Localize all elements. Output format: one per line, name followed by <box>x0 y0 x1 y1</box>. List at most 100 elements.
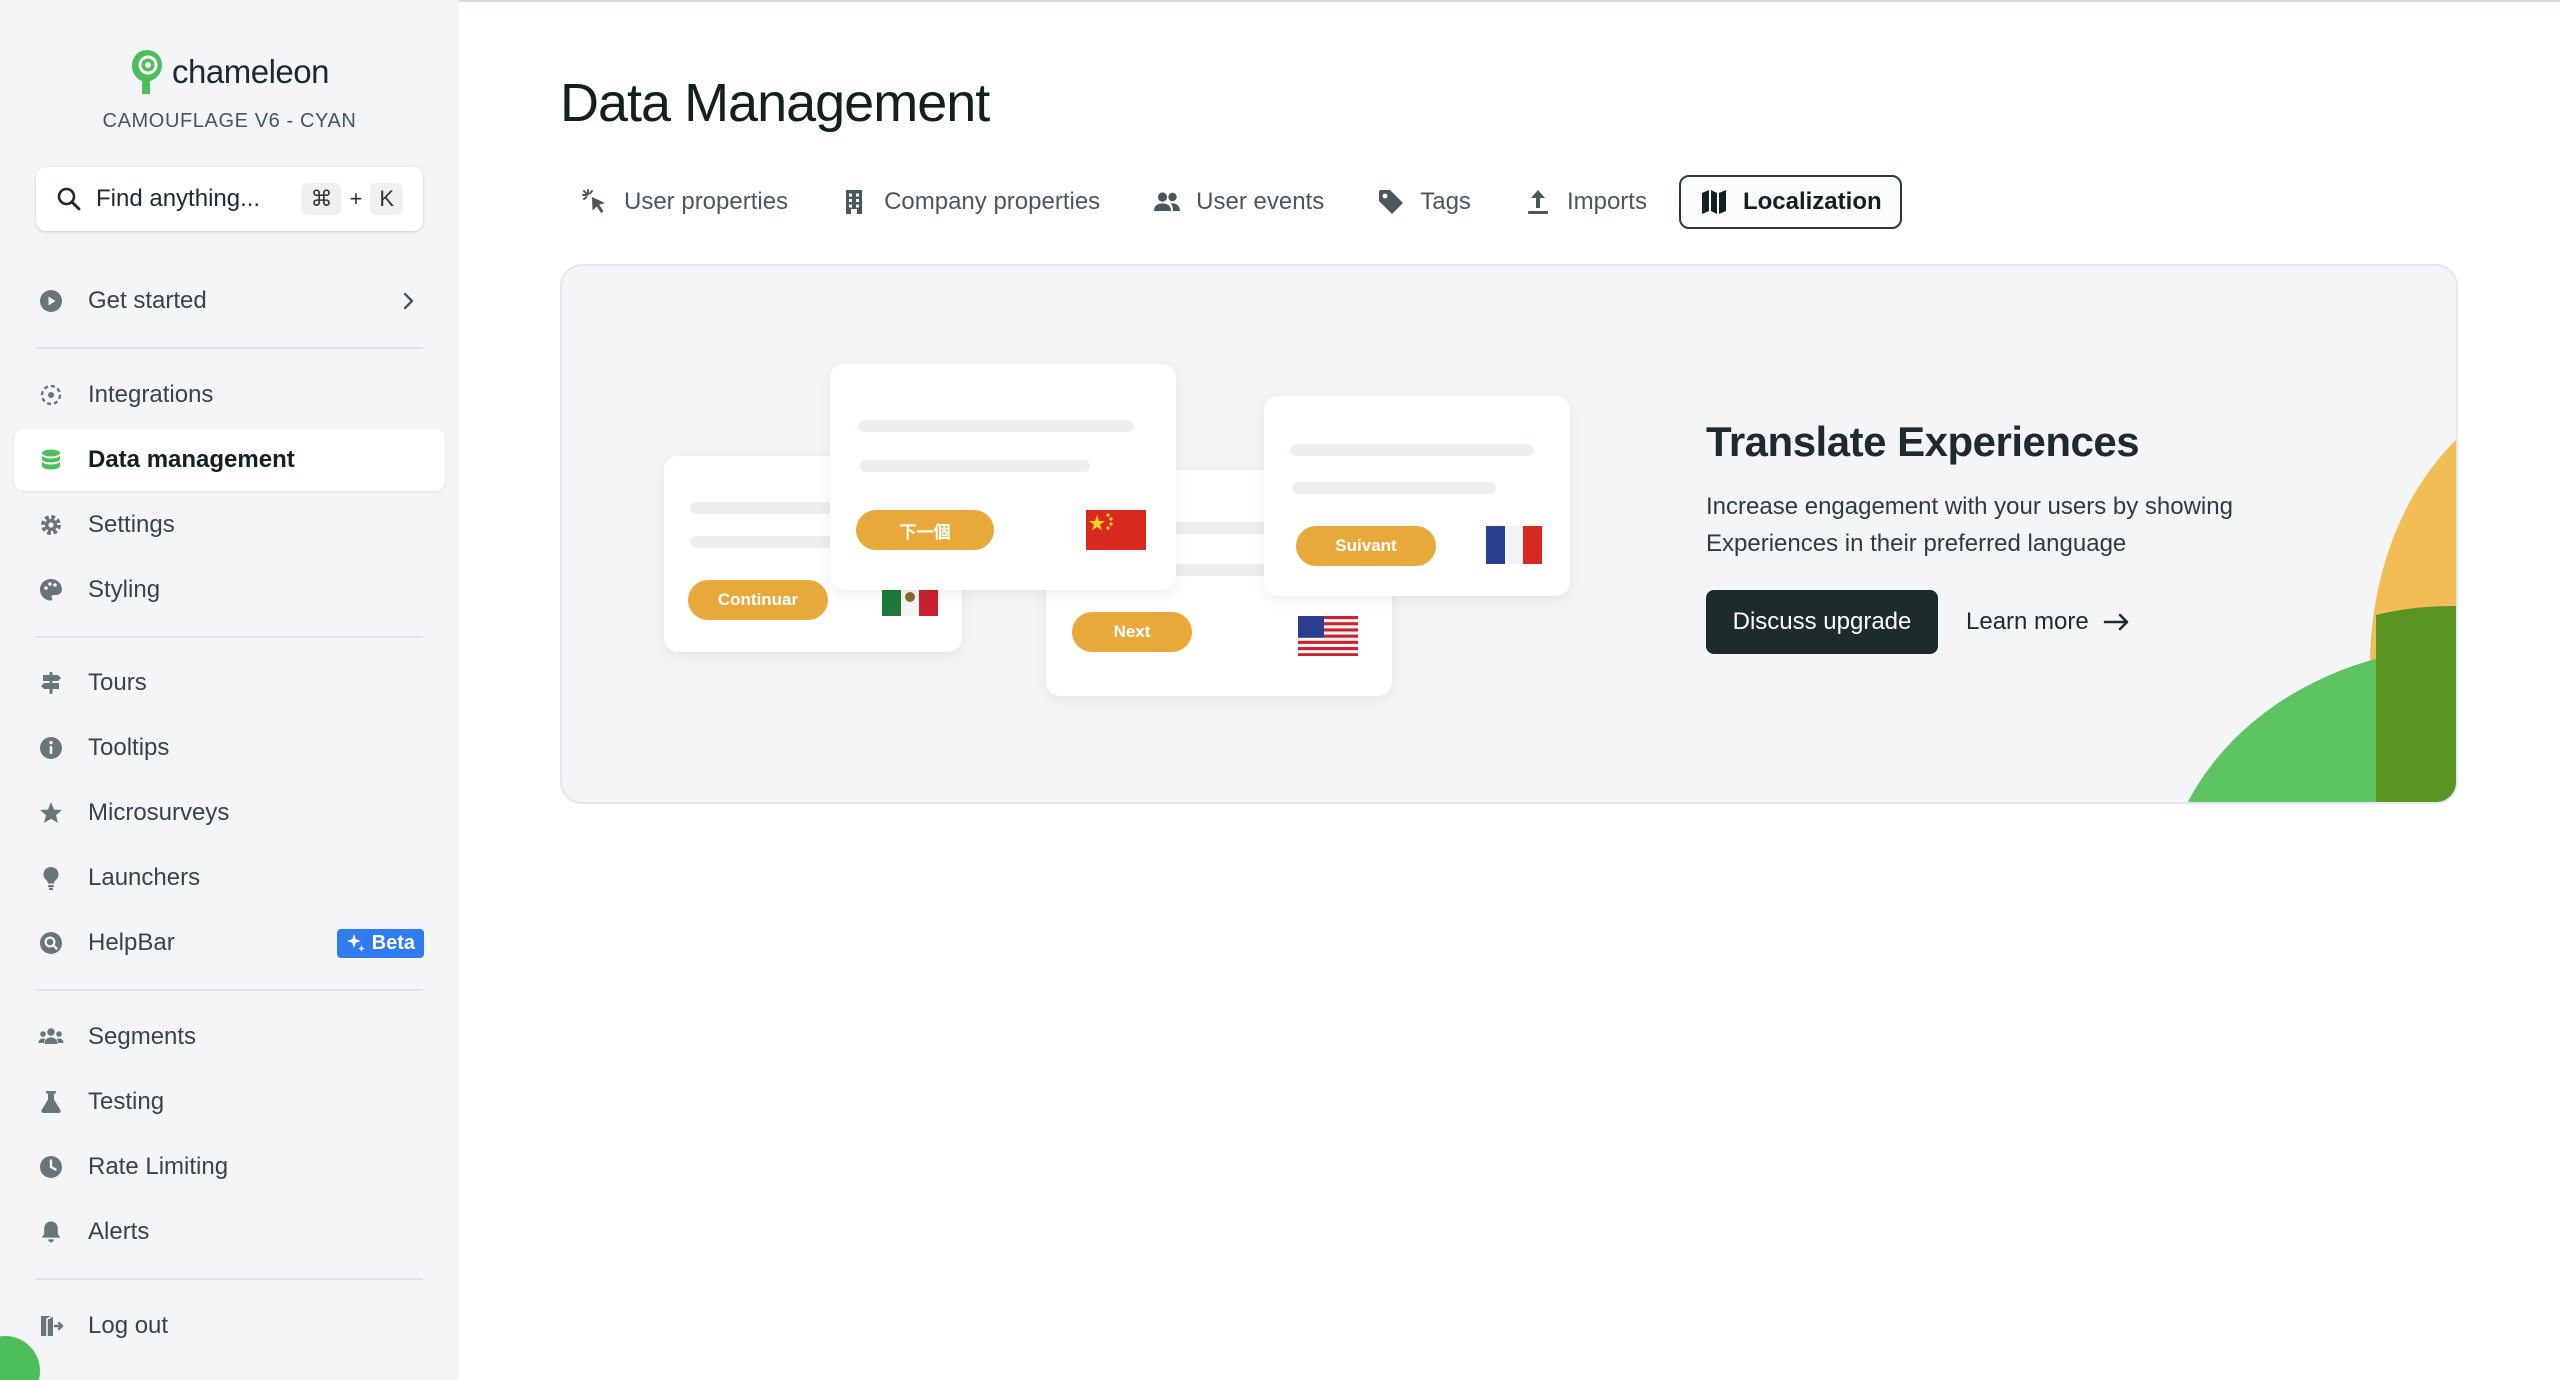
tab-label: Company properties <box>884 188 1101 215</box>
gear-icon <box>41 515 61 535</box>
upload-icon <box>1527 190 1548 214</box>
logout-icon <box>41 1315 64 1336</box>
placeholder-line <box>860 460 1090 472</box>
tab-tags[interactable]: Tags <box>1356 175 1491 229</box>
sidebar-item-segments[interactable]: Segments <box>14 1006 445 1068</box>
signpost-icon <box>41 672 61 694</box>
tab-imports[interactable]: Imports <box>1503 175 1667 229</box>
lightbulb-icon <box>43 867 59 890</box>
tab-company-properties[interactable]: Company properties <box>820 175 1120 229</box>
sidebar-item-launchers[interactable]: Launchers <box>14 847 445 909</box>
users-icon <box>38 1028 64 1044</box>
tab-localization[interactable]: Localization <box>1678 175 1902 229</box>
sparkle-icon <box>346 934 365 952</box>
sidebar-item-label: Rate Limiting <box>88 1153 229 1180</box>
sidebar-item-settings[interactable]: Settings <box>14 494 445 556</box>
sidebar-item-label: Log out <box>88 1312 169 1339</box>
clock-icon <box>40 1156 62 1178</box>
pointer-click-icon <box>582 189 605 213</box>
integrations-icon <box>40 384 62 406</box>
sidebar-item-rate-limiting[interactable]: Rate Limiting <box>14 1136 445 1198</box>
china-flag-icon <box>1086 510 1146 550</box>
database-icon <box>42 449 60 470</box>
sidebar-item-label: Get started <box>88 287 207 314</box>
play-circle-icon <box>40 290 62 312</box>
sidebar-item-label: Integrations <box>88 381 214 408</box>
chevron-right-icon <box>403 292 414 310</box>
info-icon <box>40 737 62 759</box>
usa-flag-icon <box>1298 616 1358 656</box>
helpbar-icon <box>40 932 62 954</box>
tab-user-properties[interactable]: User properties <box>560 175 808 229</box>
search-input[interactable]: Find anything... ⌘ + K <box>36 167 423 231</box>
sidebar-item-testing[interactable]: Testing <box>14 1071 445 1133</box>
promo-description: Increase engagement with your users by s… <box>1706 493 2233 557</box>
shortcut-mod-key: ⌘ <box>301 183 342 215</box>
tab-label: Localization <box>1742 188 1882 215</box>
workspace-name[interactable]: CAMOUFLAGE V6 - CYAN <box>0 110 459 133</box>
learn-more-link[interactable]: Learn more <box>1966 590 2131 654</box>
tab-bar: User properties Company properties User … <box>560 174 1914 230</box>
sidebar-item-label: Styling <box>88 576 161 603</box>
sidebar-item-label: Launchers <box>88 864 201 891</box>
tab-user-events[interactable]: User events <box>1132 175 1344 229</box>
sidebar-item-styling[interactable]: Styling <box>14 559 445 621</box>
sidebar-item-integrations[interactable]: Integrations <box>14 364 445 426</box>
sidebar-item-label: Microsurveys <box>88 799 230 826</box>
app-window: chameleon CAMOUFLAGE V6 - CYAN Find anyt… <box>0 0 2560 1380</box>
sidebar-item-label: Tooltips <box>88 734 170 761</box>
sidebar-divider <box>36 989 423 991</box>
chameleon-logo-icon <box>132 50 163 94</box>
flask-icon <box>41 1091 61 1113</box>
sidebar: chameleon CAMOUFLAGE V6 - CYAN Find anyt… <box>0 0 459 1380</box>
sidebar-item-data-management[interactable]: Data management <box>14 429 445 491</box>
sidebar-item-label: Settings <box>88 511 175 538</box>
sidebar-divider <box>36 1278 423 1280</box>
page-title: Data Management <box>560 73 990 133</box>
palette-icon <box>40 579 62 601</box>
search-icon <box>57 187 81 211</box>
beta-badge: Beta <box>336 928 424 958</box>
search-placeholder: Find anything... <box>96 185 261 212</box>
brand-name: chameleon <box>172 53 329 90</box>
sidebar-item-microsurveys[interactable]: Microsurveys <box>14 782 445 844</box>
promo-title: Translate Experiences <box>1706 418 2140 465</box>
arrow-right-icon <box>2103 613 2129 631</box>
sidebar-item-label: Data management <box>88 446 295 473</box>
placeholder-line <box>858 420 1134 432</box>
sidebar-divider <box>36 347 423 349</box>
shortcut-k-key: K <box>370 183 403 215</box>
sidebar-item-log-out[interactable]: Log out <box>14 1295 445 1357</box>
learn-more-label: Learn more <box>1966 608 2089 635</box>
sidebar-item-label: Testing <box>88 1088 165 1115</box>
france-flag-icon <box>1486 526 1542 564</box>
tab-label: User events <box>1196 188 1325 215</box>
users-icon <box>1154 192 1181 211</box>
keyboard-shortcut: ⌘ + K <box>301 183 403 215</box>
localization-upgrade-banner: Continuar Next 下一個 Suivant Translate Exp… <box>560 264 2458 804</box>
tab-label: Imports <box>1566 188 1647 215</box>
preview-button: Continuar <box>688 580 828 620</box>
sidebar-item-label: Alerts <box>88 1218 150 1245</box>
sidebar-item-label: HelpBar <box>88 929 175 956</box>
tab-label: User properties <box>624 188 789 215</box>
discuss-upgrade-button[interactable]: Discuss upgrade <box>1706 590 1938 654</box>
sidebar-item-helpbar[interactable]: HelpBar Beta <box>14 912 445 974</box>
building-icon <box>846 190 863 214</box>
bell-icon <box>41 1221 61 1243</box>
star-icon <box>40 802 62 823</box>
placeholder-line <box>1292 482 1496 494</box>
tab-label: Tags <box>1420 188 1471 215</box>
sidebar-item-tooltips[interactable]: Tooltips <box>14 717 445 779</box>
preview-card-french: Suivant <box>1264 396 1570 596</box>
sidebar-item-label: Segments <box>88 1023 197 1050</box>
placeholder-line <box>1290 444 1534 456</box>
brand[interactable]: chameleon <box>0 44 459 100</box>
preview-card-chinese: 下一個 <box>830 364 1176 590</box>
preview-button: 下一個 <box>856 510 994 550</box>
sidebar-item-get-started[interactable]: Get started <box>14 270 445 332</box>
preview-button: Next <box>1072 612 1192 652</box>
map-icon <box>1701 190 1726 214</box>
sidebar-item-alerts[interactable]: Alerts <box>14 1201 445 1263</box>
sidebar-item-tours[interactable]: Tours <box>14 652 445 714</box>
